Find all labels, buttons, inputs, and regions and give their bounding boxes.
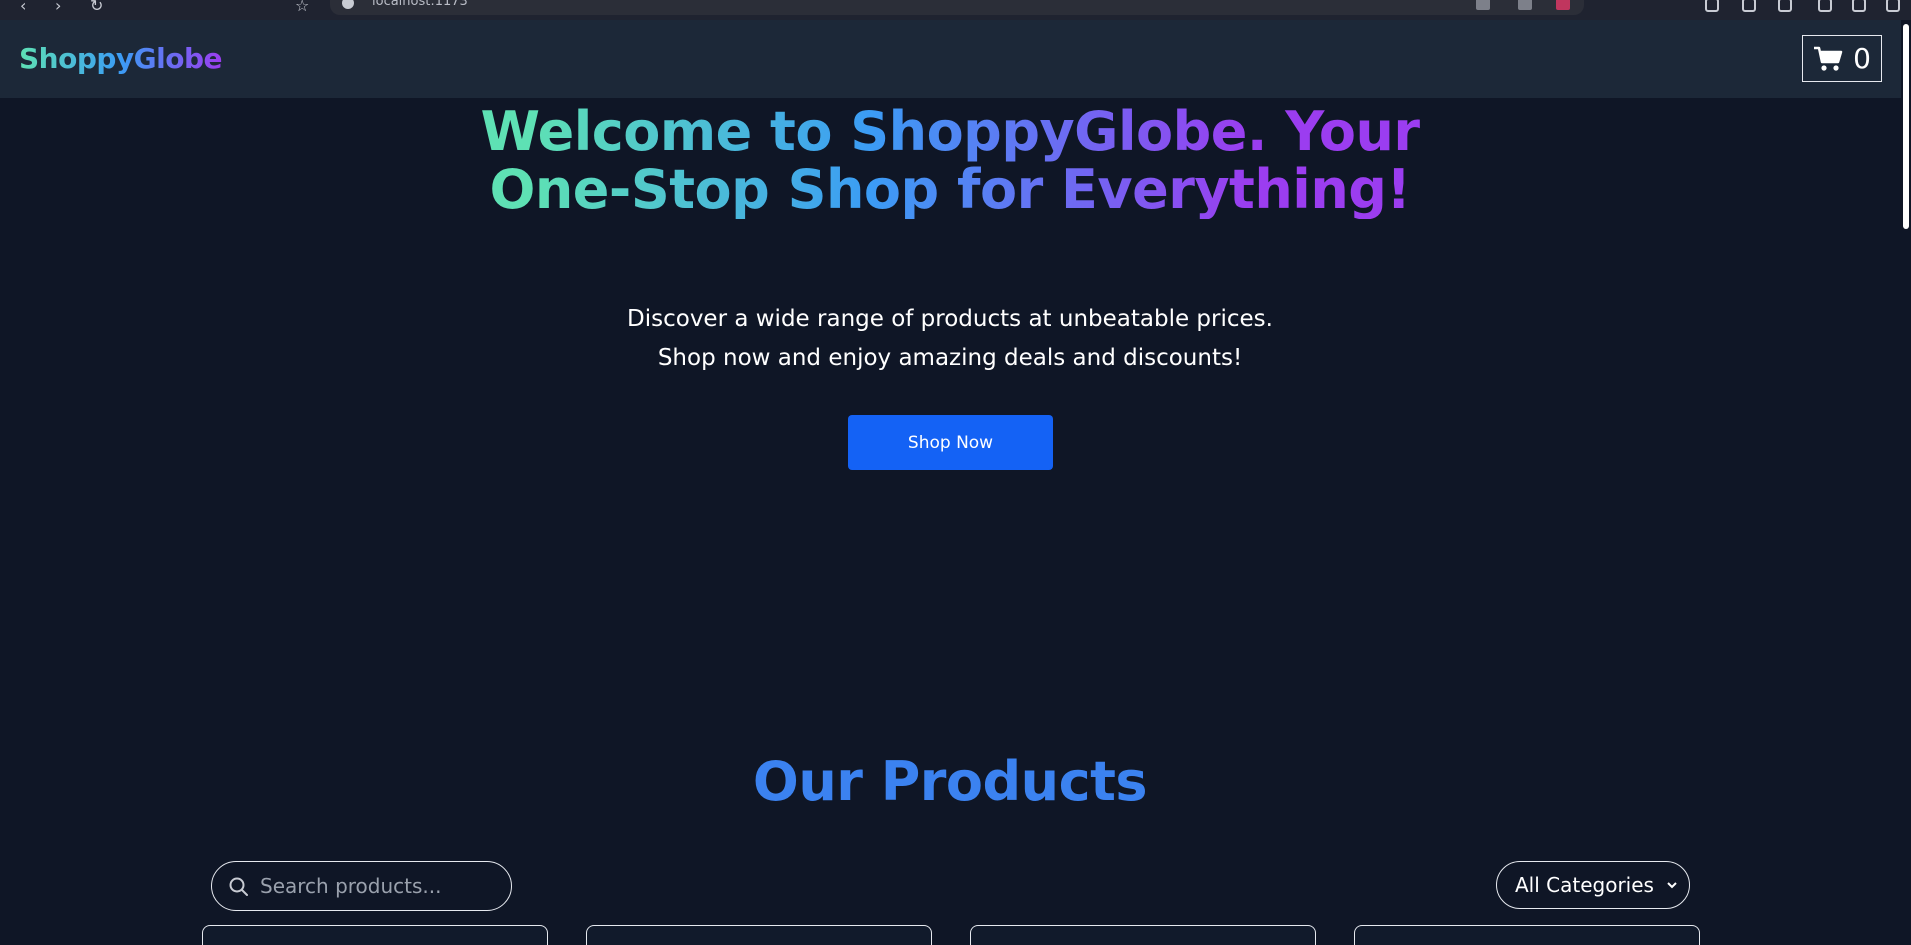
logo[interactable]: ShoppyGlobe [19, 42, 223, 75]
site-info-icon[interactable] [342, 0, 354, 9]
products-title: Our Products [752, 750, 1148, 813]
hero-subtitle-line-2: Shop now and enjoy amazing deals and dis… [657, 345, 1243, 371]
product-card[interactable] [586, 925, 932, 945]
app-header: ShoppyGlobe 0 [0, 20, 1901, 98]
back-icon[interactable]: ‹ [20, 0, 26, 15]
search-box[interactable] [211, 861, 512, 911]
reload-icon[interactable]: ↻ [90, 0, 103, 15]
category-select[interactable]: All Categories [1496, 861, 1690, 909]
forward-icon[interactable]: › [55, 0, 61, 15]
tab-icon[interactable] [1742, 0, 1756, 12]
category-selected: All Categories [1515, 873, 1654, 897]
product-card[interactable] [202, 925, 548, 945]
chevron-down-icon [1667, 882, 1677, 889]
hero-title: Welcome to ShoppyGlobe. Your One-Stop Sh… [450, 103, 1450, 219]
cart-icon [1814, 46, 1843, 71]
browser-toolbar: ‹ › ↻ ☆ localhost:1173 [0, 0, 1911, 20]
extension-icon[interactable] [1556, 0, 1570, 10]
cart-count: 0 [1853, 42, 1871, 75]
scrollbar-thumb[interactable] [1903, 24, 1909, 229]
shield-icon[interactable] [1518, 0, 1532, 10]
cart-button[interactable]: 0 [1802, 35, 1882, 82]
search-icon [229, 877, 248, 896]
scrollbar[interactable] [1901, 20, 1911, 945]
menu-icon[interactable] [1886, 0, 1900, 12]
window-icon[interactable] [1778, 0, 1792, 12]
search-input[interactable] [260, 871, 500, 901]
bookmark-icon[interactable]: ☆ [295, 0, 309, 15]
product-card[interactable] [970, 925, 1316, 945]
address-bar[interactable]: localhost:1173 [330, 0, 1584, 15]
hero-subtitle: Discover a wide range of products at unb… [450, 300, 1450, 378]
shop-now-button[interactable]: Shop Now [848, 415, 1053, 470]
heart-icon[interactable] [1852, 0, 1866, 12]
url-text: localhost:1173 [372, 0, 468, 9]
product-card[interactable] [1354, 925, 1700, 945]
hero-subtitle-line-1: Discover a wide range of products at unb… [627, 306, 1273, 332]
extension-icon[interactable] [1476, 0, 1490, 10]
extensions-icon[interactable] [1705, 0, 1719, 12]
puzzle-icon[interactable] [1818, 0, 1832, 12]
